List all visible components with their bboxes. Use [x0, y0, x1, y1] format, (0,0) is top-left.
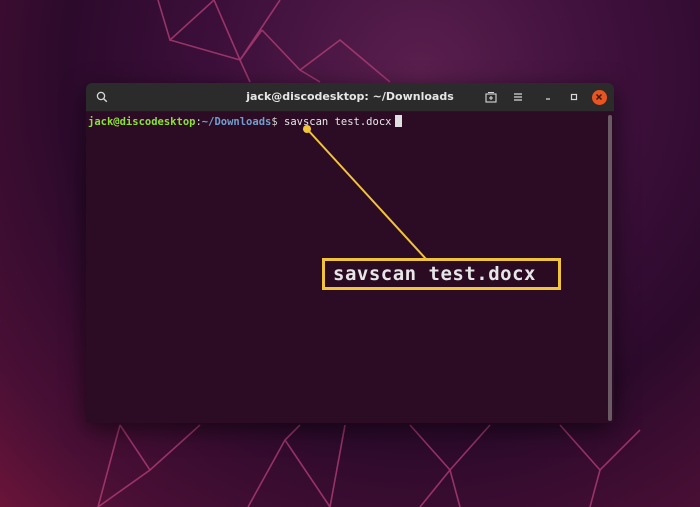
prompt-user: jack@discodesktop [88, 116, 196, 128]
text-cursor [395, 115, 403, 127]
new-tab-button[interactable] [481, 87, 501, 107]
scrollbar[interactable] [608, 115, 612, 421]
close-button[interactable] [589, 87, 609, 107]
close-button-circle [591, 89, 607, 105]
callout-text: savscan test.docx [333, 263, 536, 285]
prompt-path: ~/Downloads [201, 116, 272, 128]
minimize-button[interactable] [538, 87, 558, 107]
terminal-window[interactable]: jack@discodesktop: ~/Downloads jack@disc… [86, 83, 614, 423]
new-tab-icon [485, 92, 497, 103]
menu-button[interactable] [508, 87, 528, 107]
close-icon [595, 93, 603, 101]
typed-command: savscan test.docx [277, 116, 392, 128]
maximize-icon [570, 93, 578, 101]
desktop-background: jack@discodesktop: ~/Downloads jack@disc… [0, 0, 700, 507]
hamburger-menu-icon [514, 93, 522, 101]
window-title: jack@discodesktop: ~/Downloads [246, 90, 454, 103]
maximize-button[interactable] [564, 87, 584, 107]
minimize-icon [546, 98, 550, 100]
callout-highlight-box: savscan test.docx [322, 258, 561, 290]
window-titlebar[interactable]: jack@discodesktop: ~/Downloads [86, 83, 614, 112]
command-line: jack@discodesktop:~/Downloads$ savscan t… [88, 115, 403, 129]
search-button[interactable] [92, 87, 112, 107]
search-icon [96, 91, 108, 103]
